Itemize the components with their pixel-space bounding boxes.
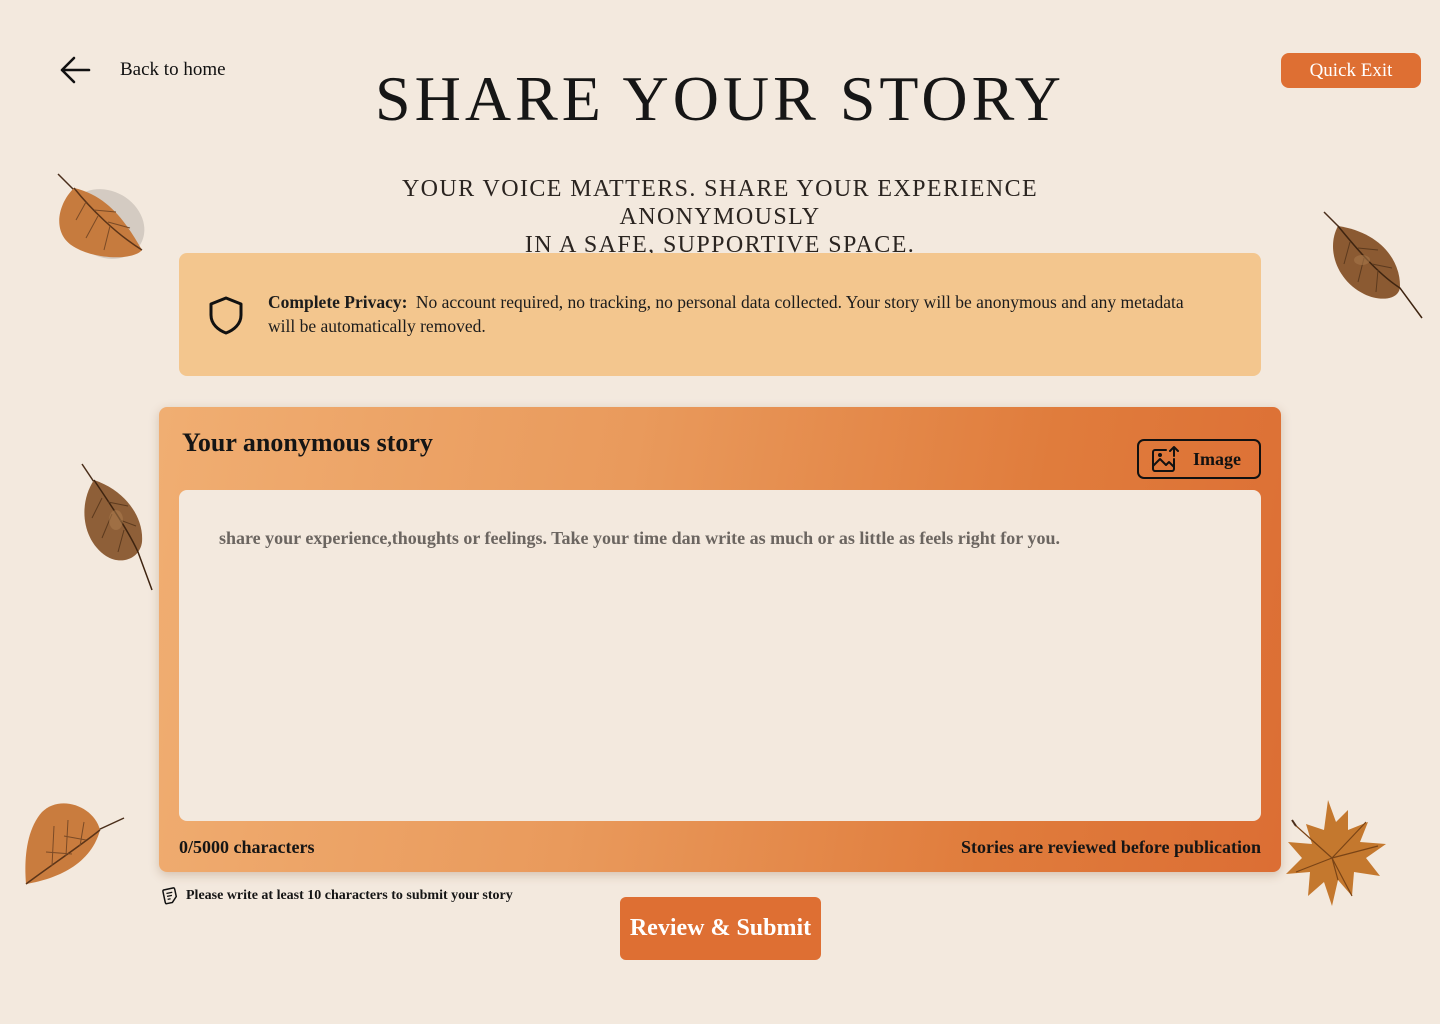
subtitle-line-1: YOUR VOICE MATTERS. SHARE YOUR EXPERIENC… xyxy=(401,176,1039,230)
character-counter: 0/5000 characters xyxy=(179,837,315,857)
decorative-leaf-top-right xyxy=(1323,211,1423,319)
review-notice: Stories are reviewed before publication xyxy=(961,837,1261,857)
shield-icon xyxy=(209,296,243,335)
image-upload-icon xyxy=(1152,446,1179,472)
story-card: Your anonymous story Image 0/5000 charac… xyxy=(159,407,1281,872)
hint-text: Please write at least 10 characters to s… xyxy=(186,888,513,903)
decorative-leaf-bottom-left xyxy=(25,803,125,885)
privacy-notice: Complete Privacy: No account required, n… xyxy=(179,253,1261,376)
page-subtitle: YOUR VOICE MATTERS. SHARE YOUR EXPERIENC… xyxy=(300,175,1140,259)
decorative-leaf-top-left xyxy=(57,173,145,259)
review-submit-button[interactable]: Review & Submit xyxy=(620,897,821,960)
minimum-length-hint: Please write at least 10 characters to s… xyxy=(160,887,513,905)
story-textarea[interactable] xyxy=(179,490,1261,821)
add-image-label: Image xyxy=(1193,448,1241,469)
page-title: SHARE YOUR STORY xyxy=(375,63,1065,134)
note-icon xyxy=(162,887,178,905)
privacy-heading: Complete Privacy: xyxy=(268,292,408,312)
decorative-leaf-mid-left xyxy=(81,463,153,591)
add-image-button[interactable]: Image xyxy=(1137,439,1261,479)
privacy-text: Complete Privacy: No account required, n… xyxy=(268,290,1198,338)
story-card-title: Your anonymous story xyxy=(182,428,433,457)
decorative-maple-leaf-bottom-right xyxy=(1286,800,1386,906)
